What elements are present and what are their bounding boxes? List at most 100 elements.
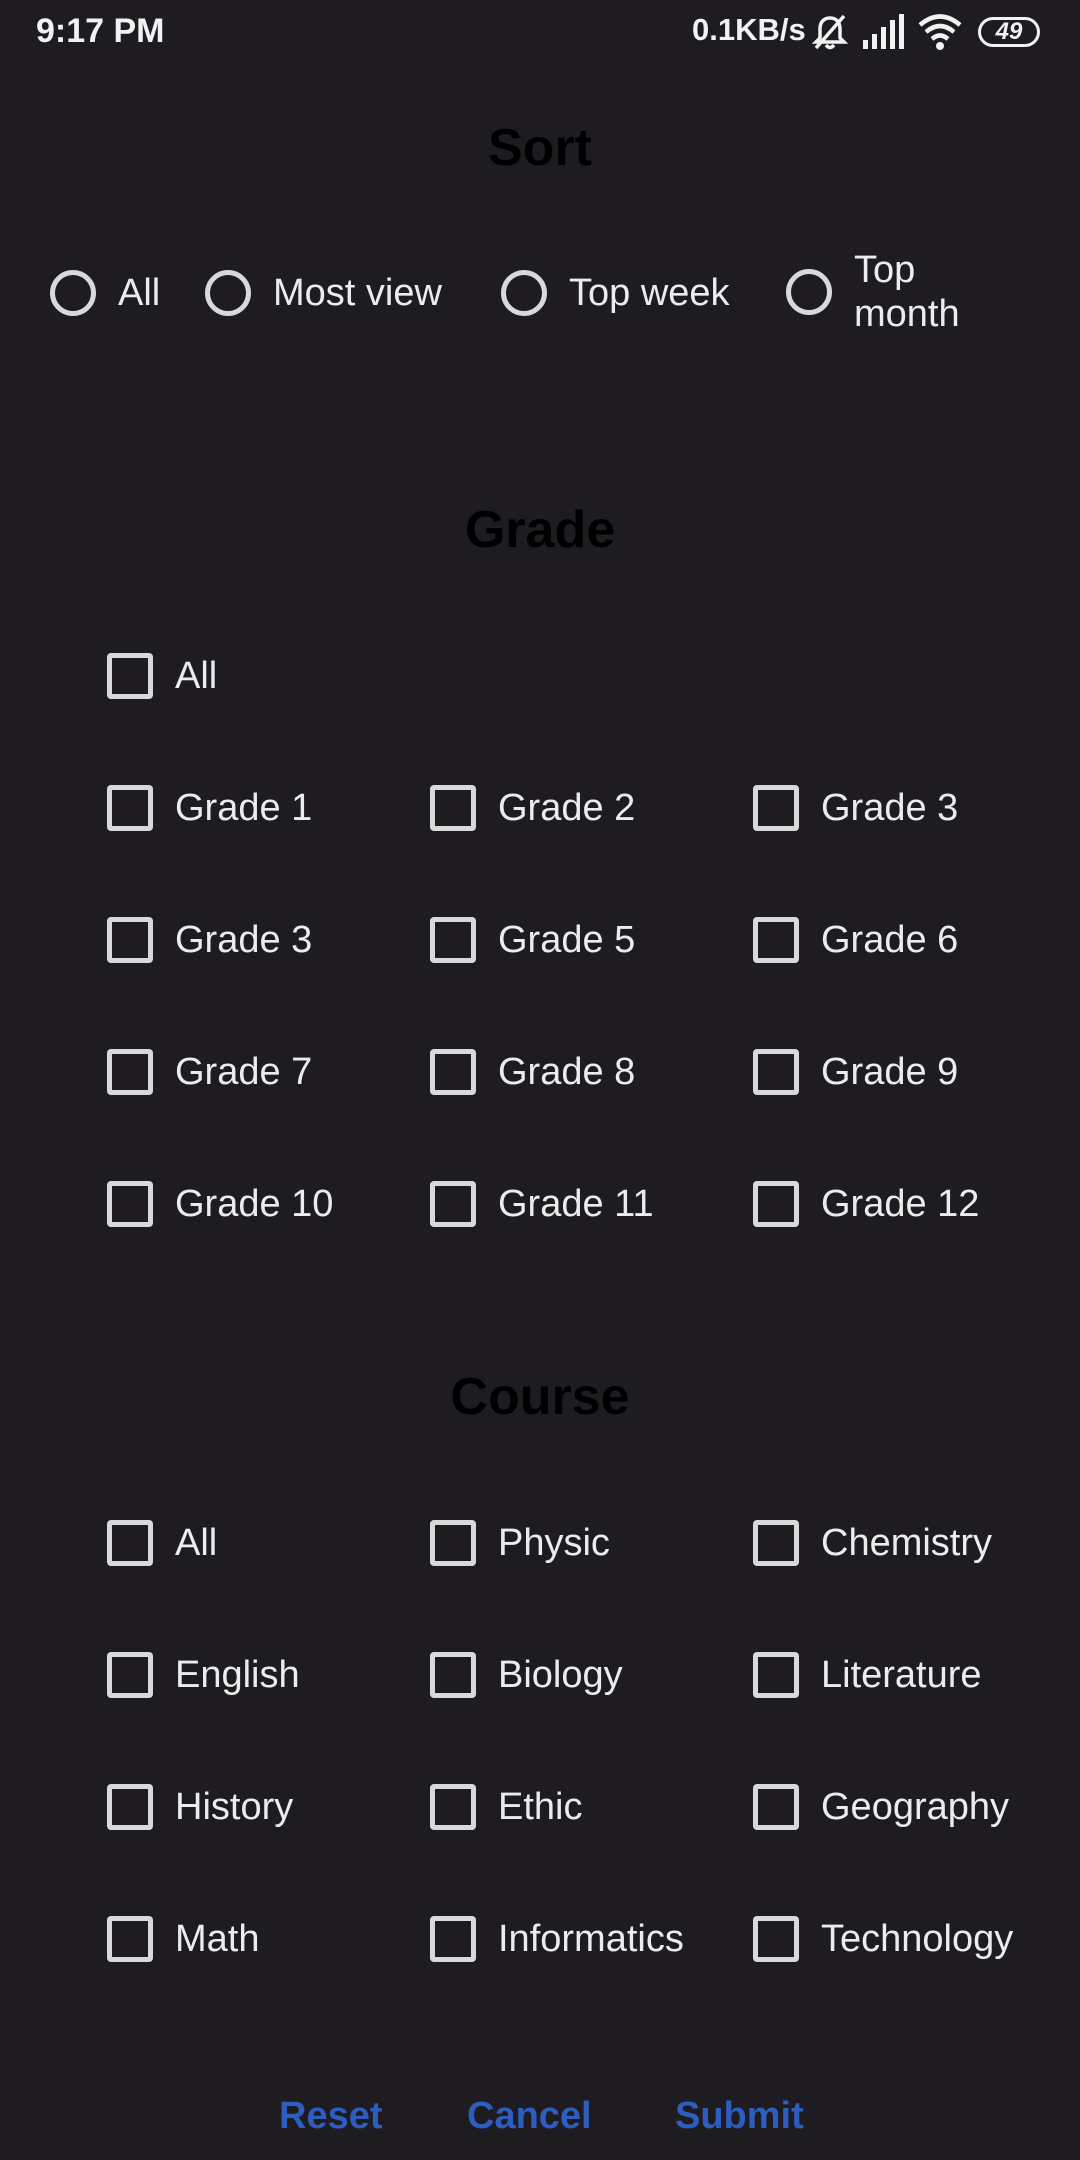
checkbox[interactable] — [430, 785, 476, 831]
course-label: Informatics — [498, 1917, 684, 1960]
checkbox[interactable] — [107, 1784, 153, 1830]
checkbox[interactable] — [430, 1784, 476, 1830]
course-label: All — [175, 1521, 218, 1564]
radio-button[interactable] — [205, 270, 251, 316]
grade-checkbox[interactable]: Grade 12 — [753, 1174, 979, 1234]
grade-label: All — [175, 654, 218, 697]
grade-checkbox[interactable]: Grade 7 — [107, 1042, 312, 1102]
mute-icon — [811, 12, 849, 57]
checkbox[interactable] — [107, 1520, 153, 1566]
checkbox[interactable] — [430, 1916, 476, 1962]
sort-option-label: All — [118, 272, 161, 314]
course-checkbox-geography[interactable]: Geography — [753, 1777, 1009, 1837]
course-checkbox-technology[interactable]: Technology — [753, 1909, 1013, 1969]
course-checkbox-all[interactable]: All — [107, 1513, 217, 1573]
checkbox[interactable] — [107, 1652, 153, 1698]
status-time: 9:17 PM — [36, 12, 165, 50]
course-label: Math — [175, 1917, 260, 1960]
reset-button[interactable]: Reset — [279, 2095, 383, 2138]
sort-option-most-view[interactable]: Most view — [205, 270, 442, 316]
checkbox[interactable] — [753, 1520, 799, 1566]
grade-label: Grade 8 — [498, 1050, 636, 1093]
status-bar: 9:17 PM 0.1KB/s 49 — [0, 0, 1080, 66]
battery-icon: 49 — [978, 17, 1040, 47]
checkbox[interactable] — [107, 1049, 153, 1095]
network-speed: 0.1KB/s — [692, 12, 806, 47]
sort-option-top-month[interactable]: Top month — [786, 248, 994, 336]
grade-label: Grade 5 — [498, 918, 636, 961]
sort-option-top-week[interactable]: Top week — [501, 270, 730, 316]
battery-level: 49 — [995, 18, 1023, 45]
checkbox[interactable] — [753, 1652, 799, 1698]
radio-button[interactable] — [501, 270, 547, 316]
grade-checkbox[interactable]: Grade 1 — [107, 778, 312, 838]
grade-label: Grade 1 — [175, 786, 313, 829]
radio-button[interactable] — [50, 270, 96, 316]
course-label: Geography — [821, 1785, 1010, 1828]
course-checkbox-history[interactable]: History — [107, 1777, 293, 1837]
sort-option-all[interactable]: All — [50, 270, 160, 316]
checkbox[interactable] — [107, 653, 153, 699]
grade-checkbox[interactable]: Grade 11 — [430, 1174, 654, 1234]
cancel-button[interactable]: Cancel — [467, 2095, 592, 2138]
checkbox[interactable] — [430, 1520, 476, 1566]
grade-label: Grade 12 — [821, 1182, 980, 1225]
course-checkbox-literature[interactable]: Literature — [753, 1645, 982, 1705]
grade-label: Grade 2 — [498, 786, 636, 829]
sort-title: Sort — [488, 119, 592, 177]
sort-option-label: Top week — [569, 272, 730, 314]
grade-label: Grade 10 — [175, 1182, 334, 1225]
course-label: History — [175, 1785, 294, 1828]
course-label: Physic — [498, 1521, 610, 1564]
checkbox[interactable] — [753, 785, 799, 831]
sort-option-label: Most view — [273, 272, 442, 314]
signal-icon — [862, 12, 904, 57]
grade-label: Grade 6 — [821, 918, 959, 961]
checkbox[interactable] — [753, 917, 799, 963]
grade-checkbox[interactable]: Grade 2 — [430, 778, 635, 838]
checkbox[interactable] — [430, 1652, 476, 1698]
course-checkbox-chemistry[interactable]: Chemistry — [753, 1513, 992, 1573]
checkbox[interactable] — [430, 1181, 476, 1227]
course-label: Technology — [821, 1917, 1014, 1960]
course-checkbox-math[interactable]: Math — [107, 1909, 259, 1969]
checkbox[interactable] — [753, 1784, 799, 1830]
grade-checkbox[interactable]: Grade 10 — [107, 1174, 333, 1234]
radio-button[interactable] — [786, 269, 832, 315]
grade-checkbox[interactable]: Grade 5 — [430, 910, 635, 970]
wifi-icon — [918, 12, 962, 57]
grade-checkbox[interactable]: Grade 3 — [753, 778, 958, 838]
checkbox[interactable] — [753, 1049, 799, 1095]
course-checkbox-english[interactable]: English — [107, 1645, 300, 1705]
checkbox[interactable] — [107, 1916, 153, 1962]
grade-label: Grade 9 — [821, 1050, 959, 1093]
grade-label: Grade 3 — [175, 918, 313, 961]
checkbox[interactable] — [107, 917, 153, 963]
course-label: Literature — [821, 1653, 982, 1696]
course-checkbox-informatics[interactable]: Informatics — [430, 1909, 684, 1969]
course-label: Biology — [498, 1653, 623, 1696]
checkbox[interactable] — [430, 917, 476, 963]
course-checkbox-physic[interactable]: Physic — [430, 1513, 610, 1573]
grade-checkbox[interactable]: Grade 9 — [753, 1042, 958, 1102]
grade-title: Grade — [464, 501, 616, 559]
course-checkbox-biology[interactable]: Biology — [430, 1645, 623, 1705]
checkbox[interactable] — [107, 1181, 153, 1227]
grade-checkbox[interactable]: Grade 6 — [753, 910, 958, 970]
grade-label: Grade 11 — [498, 1182, 654, 1225]
grade-checkbox[interactable]: Grade 8 — [430, 1042, 635, 1102]
checkbox[interactable] — [753, 1181, 799, 1227]
grade-checkbox-all[interactable]: All — [107, 646, 217, 706]
grade-checkbox[interactable]: Grade 3 — [107, 910, 312, 970]
checkbox[interactable] — [430, 1049, 476, 1095]
grade-label: Grade 3 — [821, 786, 959, 829]
submit-button[interactable]: Submit — [675, 2095, 804, 2138]
course-label: Chemistry — [821, 1521, 993, 1564]
course-checkbox-ethic[interactable]: Ethic — [430, 1777, 582, 1837]
course-label: English — [175, 1653, 300, 1696]
checkbox[interactable] — [107, 785, 153, 831]
checkbox[interactable] — [753, 1916, 799, 1962]
course-title: Course — [450, 1368, 630, 1426]
sort-option-label: Top month — [854, 249, 960, 335]
grade-label: Grade 7 — [175, 1050, 313, 1093]
